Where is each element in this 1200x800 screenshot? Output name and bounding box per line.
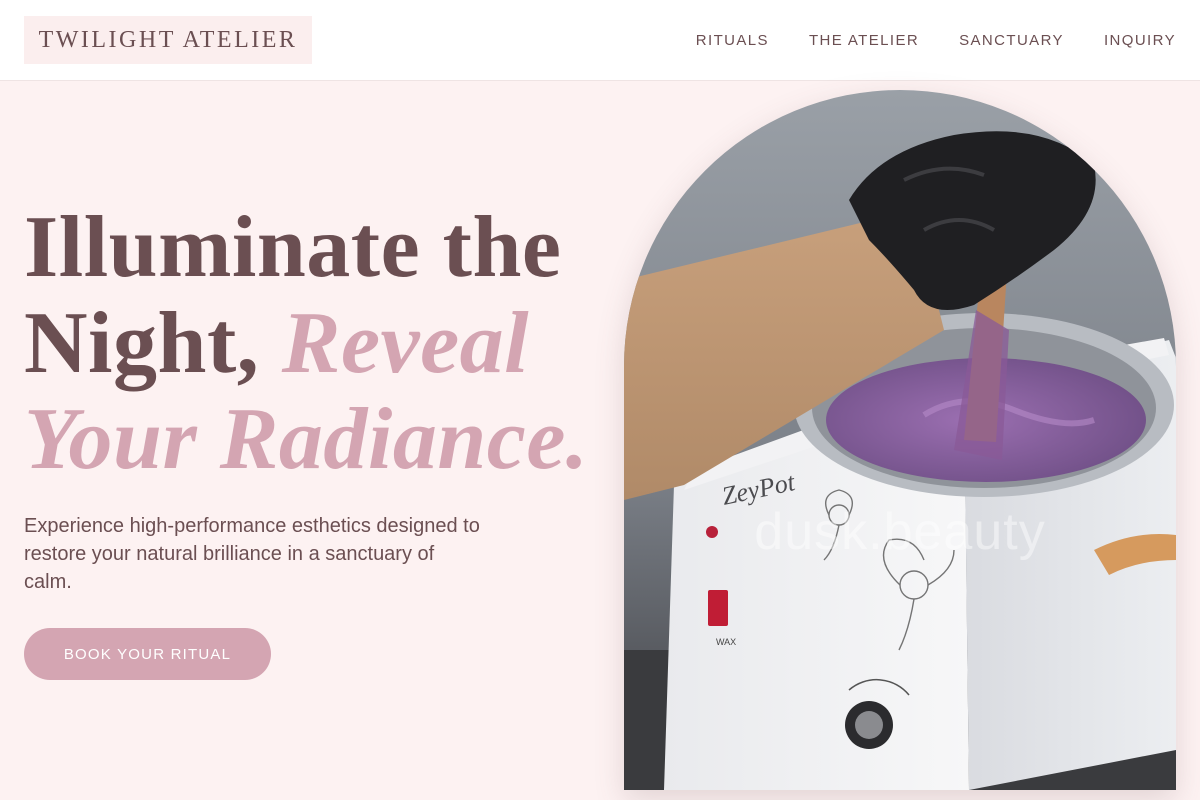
hero-description: Experience high-performance esthetics de…: [24, 515, 480, 593]
svg-text:WAX: WAX: [716, 637, 736, 647]
hero-image: ZeyPot WAX dusk.beauty: [624, 90, 1176, 790]
image-watermark: dusk.beauty: [754, 503, 1046, 561]
site-logo[interactable]: TWILIGHT ATELIER: [24, 16, 312, 64]
nav-link-inquiry[interactable]: INQUIRY: [1104, 32, 1176, 49]
headline-line-1: Illuminate the: [24, 199, 562, 296]
book-ritual-button[interactable]: BOOK YOUR RITUAL: [24, 628, 271, 680]
wax-warmer-illustration: ZeyPot WAX: [624, 90, 1176, 790]
nav-link-the-atelier[interactable]: THE ATELIER: [809, 32, 919, 49]
hero-headline: Illuminate the Night, Reveal Your Radian…: [24, 200, 624, 488]
headline-line-2: Night,: [24, 295, 260, 392]
nav-link-rituals[interactable]: RITUALS: [696, 32, 769, 49]
nav-link-sanctuary[interactable]: SANCTUARY: [959, 32, 1064, 49]
main-nav: RITUALS THE ATELIER SANCTUARY INQUIRY: [696, 28, 1176, 52]
headline-accent-1: Reveal: [281, 295, 530, 392]
site-header: TWILIGHT ATELIER RITUALS THE ATELIER SAN…: [0, 0, 1200, 81]
headline-accent-2: Your Radiance.: [24, 391, 589, 488]
